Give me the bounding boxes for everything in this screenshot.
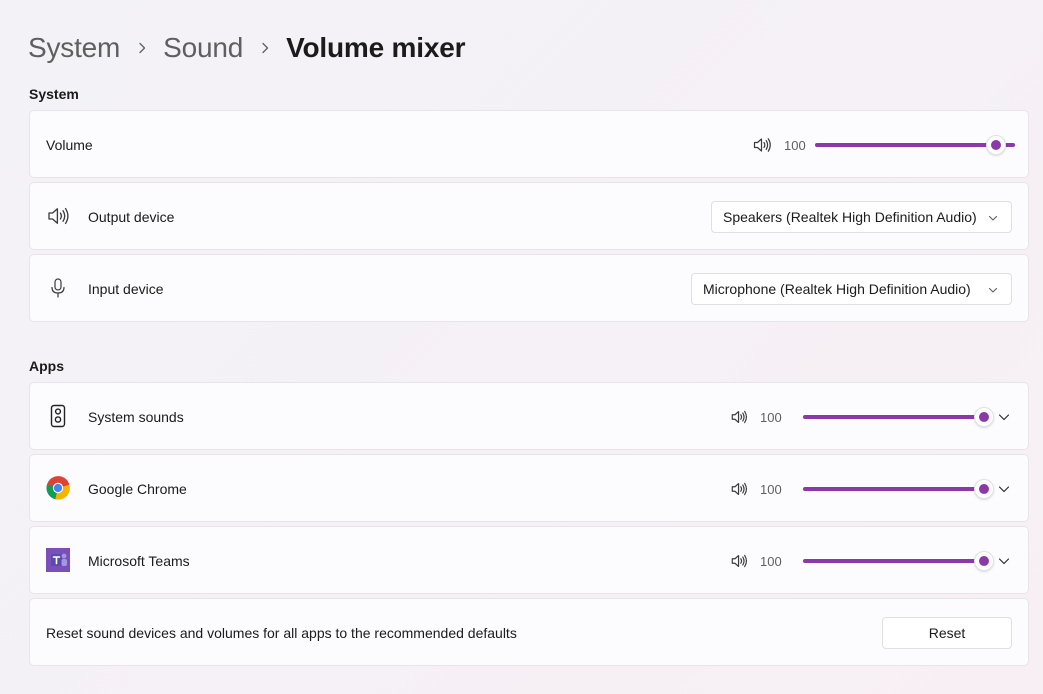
section-heading-apps: Apps (29, 358, 64, 374)
system-volume-slider[interactable] (815, 135, 1015, 155)
teams-icon (46, 548, 70, 572)
page-title: Volume mixer (286, 32, 466, 63)
chevron-down-icon (987, 284, 999, 296)
breadcrumb-system[interactable]: System (28, 32, 120, 64)
app-volume-value: 100 (760, 481, 782, 497)
output-device-selected: Speakers (Realtek High Definition Audio) (723, 209, 977, 225)
system-volume-card: Volume 100 (29, 110, 1029, 178)
app-volume-control: 100 (730, 527, 1003, 595)
speaker-icon[interactable] (752, 135, 772, 155)
reset-button[interactable]: Reset (882, 617, 1012, 649)
slider-track (803, 559, 983, 563)
chevron-down-icon[interactable] (994, 479, 1014, 499)
slider-thumb[interactable] (986, 135, 1006, 155)
chevron-down-icon (987, 212, 999, 224)
input-device-label: Input device (88, 281, 164, 297)
app-volume-control: 100 (730, 383, 1003, 451)
output-device-dropdown[interactable]: Speakers (Realtek High Definition Audio) (711, 201, 1012, 233)
app-volume-value: 100 (760, 553, 782, 569)
slider-thumb[interactable] (974, 479, 994, 499)
section-heading-system: System (29, 86, 79, 102)
input-device-dropdown[interactable]: Microphone (Realtek High Definition Audi… (691, 273, 1012, 305)
app-volume-slider[interactable] (803, 479, 1003, 499)
app-volume-slider[interactable] (803, 551, 1003, 571)
speaker-icon[interactable] (730, 480, 748, 498)
output-device-card: Output device Speakers (Realtek High Def… (29, 182, 1029, 250)
system-sounds-icon (46, 404, 70, 428)
app-volume-control: 100 (730, 455, 1003, 523)
app-name: Microsoft Teams (88, 553, 190, 569)
reset-card: Reset sound devices and volumes for all … (29, 598, 1029, 666)
reset-description: Reset sound devices and volumes for all … (46, 625, 517, 641)
chevron-right-icon (243, 42, 286, 54)
chevron-down-icon[interactable] (994, 551, 1014, 571)
chevron-right-icon (120, 42, 163, 54)
speaker-icon[interactable] (730, 408, 748, 426)
speaker-icon (46, 204, 70, 228)
input-device-selected: Microphone (Realtek High Definition Audi… (703, 281, 971, 297)
chevron-down-icon[interactable] (994, 407, 1014, 427)
speaker-icon[interactable] (730, 552, 748, 570)
slider-track (815, 143, 1015, 147)
system-volume-control: 100 (752, 111, 1015, 179)
app-card-google-chrome: Google Chrome 100 (29, 454, 1029, 522)
app-volume-slider[interactable] (803, 407, 1003, 427)
microphone-icon (46, 276, 70, 300)
slider-track (803, 415, 983, 419)
app-name: Google Chrome (88, 481, 187, 497)
output-device-label: Output device (88, 209, 175, 225)
slider-thumb[interactable] (974, 551, 994, 571)
slider-track (803, 487, 983, 491)
app-card-system-sounds: System sounds 100 (29, 382, 1029, 450)
slider-thumb[interactable] (974, 407, 994, 427)
breadcrumb: System Sound Volume mixer (28, 28, 465, 68)
input-device-card: Input device Microphone (Realtek High De… (29, 254, 1029, 322)
app-card-microsoft-teams: Microsoft Teams 100 (29, 526, 1029, 594)
breadcrumb-sound[interactable]: Sound (163, 32, 243, 64)
app-name: System sounds (88, 409, 184, 425)
volume-value: 100 (784, 137, 806, 153)
chrome-icon (46, 476, 70, 500)
app-volume-value: 100 (760, 409, 782, 425)
volume-label: Volume (46, 137, 93, 153)
